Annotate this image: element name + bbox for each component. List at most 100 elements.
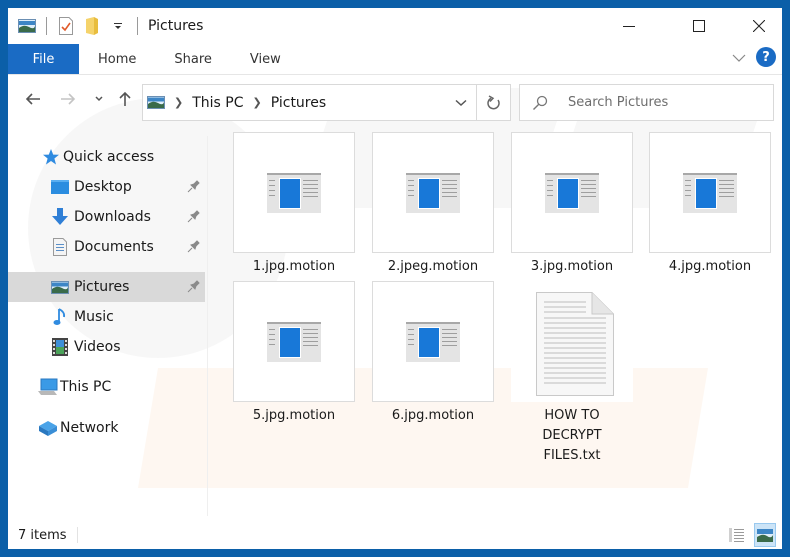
maximize-button[interactable] [676,8,722,44]
tab-view[interactable]: View [231,44,300,74]
sidebar-item-this-pc[interactable]: This PC [8,372,205,402]
app-thumbnail-icon [406,322,460,362]
pictures-icon [147,96,165,109]
file-thumbnail [511,132,633,253]
arrow-up-icon [119,91,131,106]
file-item[interactable]: 3.jpg.motion [511,132,633,277]
new-folder-icon[interactable] [81,15,103,37]
file-item[interactable]: 5.jpg.motion [233,281,355,426]
details-view-button[interactable] [726,523,748,547]
file-item[interactable]: 6.jpg.motion [372,281,494,426]
up-button[interactable] [114,88,136,110]
file-thumbnail [649,132,771,253]
expand-ribbon-button[interactable] [732,48,746,67]
app-thumbnail-icon [267,322,321,362]
file-name: 3.jpg.motion [530,259,614,274]
sidebar-item-label: Network [60,420,119,436]
sidebar-item-music[interactable]: Music [8,302,205,332]
chevron-down-icon [95,96,103,102]
file-item[interactable]: 4.jpg.motion [649,132,771,277]
app-thumbnail-icon [545,173,599,213]
sidebar-item-downloads[interactable]: Downloads [8,202,205,232]
ribbon-controls: ? [732,47,776,67]
file-name: 2.jpeg.motion [387,259,479,274]
navigation-bar: ❯ This PC ❯ Pictures [8,80,782,121]
file-thumbnail [233,281,355,402]
minimize-icon [623,26,635,27]
title-bar: Pictures [8,8,782,44]
file-name: 4.jpg.motion [668,259,752,274]
back-button[interactable] [22,88,44,110]
arrow-left-icon [25,93,40,105]
music-icon [50,307,70,327]
breadcrumb-separator-icon[interactable]: ❯ [253,96,262,109]
sidebar-item-label: Videos [74,339,121,355]
breadcrumb-this-pc[interactable]: This PC [192,95,243,111]
details-view-icon [729,528,744,542]
file-thumbnail [511,281,633,402]
close-icon [753,20,765,32]
file-view: 1.jpg.motion 2.jpeg.motion 3.jpg.motion … [208,126,782,516]
sidebar-item-desktop[interactable]: Desktop [8,172,205,202]
address-dropdown-button[interactable] [446,99,476,107]
sidebar-item-label: Pictures [74,279,130,295]
breadcrumb-pictures[interactable]: Pictures [271,95,326,111]
pin-icon[interactable] [187,180,200,197]
star-icon [41,147,61,167]
sidebar-item-label: This PC [60,379,112,395]
view-switcher [726,523,776,547]
address-bar[interactable]: ❯ This PC ❯ Pictures [142,84,511,121]
breadcrumb: ❯ This PC ❯ Pictures [143,95,446,111]
recent-locations-button[interactable] [88,88,110,110]
tab-share[interactable]: Share [155,44,231,74]
maximize-icon [693,20,705,32]
arrow-right-icon [61,93,76,105]
close-button[interactable] [736,8,782,44]
window-controls [606,8,782,44]
refresh-button[interactable] [476,85,510,120]
search-box[interactable] [519,84,774,121]
pin-icon[interactable] [187,240,200,257]
file-item[interactable]: 1.jpg.motion [233,132,355,277]
large-icons-view-icon [757,528,773,542]
tab-home[interactable]: Home [79,44,155,74]
sidebar-item-network[interactable]: Network [8,413,205,443]
ribbon-tabs: File Home Share View ? [8,44,782,74]
sidebar-item-label: Quick access [63,149,155,165]
file-item[interactable]: 2.jpeg.motion [372,132,494,277]
computer-icon [38,377,58,397]
file-item-ransom-note[interactable]: HOW TO DECRYPT FILES.txt [511,281,633,466]
pictures-icon [50,277,70,297]
tab-file[interactable]: File [8,44,79,74]
breadcrumb-separator-icon[interactable]: ❯ [174,96,183,109]
file-thumbnail [372,132,494,253]
window-title: Pictures [148,18,204,34]
app-thumbnail-icon [406,173,460,213]
large-icons-view-button[interactable] [754,523,776,547]
videos-icon [50,337,70,357]
toolbar-separator [46,17,47,35]
pin-icon[interactable] [187,210,200,227]
file-explorer-window: Pictures File Home Share View ? ❯ This P… [8,8,782,549]
file-name: HOW TO DECRYPT FILES.txt [542,408,602,463]
file-thumbnail [372,281,494,402]
properties-icon[interactable] [55,15,77,37]
pin-icon[interactable] [187,280,200,297]
chevron-down-icon [455,99,467,106]
text-document-icon [536,292,614,396]
sidebar-item-videos[interactable]: Videos [8,332,205,362]
refresh-icon [486,95,500,110]
navigation-pane: Quick access Desktop Downloads Documents… [8,142,208,512]
app-thumbnail-icon [267,173,321,213]
sidebar-item-pictures[interactable]: Pictures [8,272,205,302]
forward-button[interactable] [57,88,79,110]
sidebar-item-quick-access[interactable]: Quick access [8,142,205,172]
help-button[interactable]: ? [756,47,776,67]
customize-dropdown-icon[interactable] [107,15,129,37]
minimize-button[interactable] [606,8,652,44]
search-input[interactable] [568,95,758,110]
sidebar-item-documents[interactable]: Documents [8,232,205,262]
download-icon [50,207,70,227]
pictures-icon[interactable] [16,15,38,37]
ribbon-divider [8,74,782,75]
